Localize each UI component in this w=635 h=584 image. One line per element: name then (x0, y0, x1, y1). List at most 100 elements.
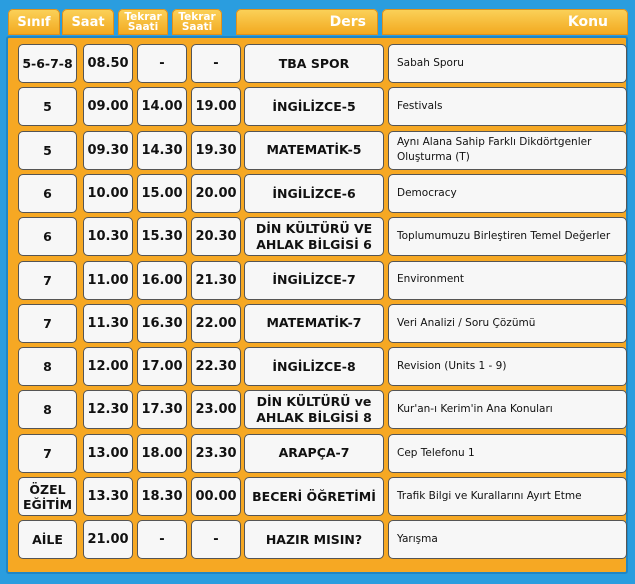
repeat-time-1-cell: 15.30 (137, 217, 187, 257)
schedule-table: 5-6-7-8 08.50 - - TBA SPOR Sabah Sporu 5 09.00 1… (6, 36, 628, 574)
course-cell-text: HAZIR MISIN? (265, 531, 363, 547)
time-cell: 13.30 (83, 477, 133, 516)
time-cell: 21.00 (83, 520, 133, 560)
class-cell-text: ÖZEL EĞİTİM (22, 481, 73, 512)
repeat-time-1-cell: 16.30 (137, 303, 187, 343)
class-cell-text: 8 (43, 402, 52, 418)
repeat-time-1-cell: 14.30 (137, 130, 187, 170)
time-cell: 09.30 (83, 130, 133, 170)
class-cell: 5 (18, 87, 77, 127)
time-cell-text: 10.00 (87, 185, 129, 201)
repeat-time-1-cell: 15.00 (137, 173, 187, 213)
repeat-time-2-cell: 00.00 (191, 477, 241, 516)
course-cell: İNGİLİZCE-7 (244, 260, 384, 300)
course-cell-text: BECERİ ÖĞRETİMİ (252, 488, 376, 504)
time-cell-text: 11.30 (87, 315, 129, 331)
repeat-time-2-cell-text: 00.00 (195, 489, 237, 504)
topic-cell: Revision (Units 1 - 9) (388, 347, 627, 387)
repeat-time-2-cell: 20.00 (191, 173, 241, 213)
repeat-time-2-cell-text: 19.00 (195, 99, 237, 115)
repeat-time-2-cell: 19.00 (191, 87, 241, 127)
repeat-time-1-cell-text: 14.30 (141, 142, 183, 158)
repeat-time-2-cell-text: 21.30 (195, 272, 237, 288)
repeat-time-2-cell-text: 23.00 (195, 402, 237, 418)
repeat-time-1-cell: 17.00 (137, 347, 187, 387)
topic-cell-text: Sabah Sporu (397, 56, 464, 69)
time-cell: 10.00 (83, 173, 133, 213)
schedule-frame: Sınıf Saat Tekrar Saati Tekrar Saati Der… (0, 0, 635, 584)
repeat-time-2-cell-text: 19.30 (195, 142, 237, 158)
topic-cell-text: Trafik Bilgi ve Kurallarını Ayırt Etme (397, 489, 582, 502)
header-saat: Saat (62, 9, 114, 35)
time-cell-text: 09.30 (87, 142, 129, 158)
time-cell: 13.00 (83, 433, 133, 473)
course-cell: BECERİ ÖĞRETİMİ (244, 477, 384, 516)
repeat-time-1-cell: - (137, 44, 187, 83)
topic-cell: Veri Analizi / Soru Çözümü (388, 303, 627, 343)
course-cell-text: DİN KÜLTÜRÜ VE AHLAK BİLGİSİ 6 (255, 221, 373, 252)
topic-cell: Yarışma (388, 520, 627, 560)
repeat-time-1-cell-text: 15.30 (141, 229, 183, 245)
class-cell-text: 6 (43, 229, 52, 245)
repeat-time-1-cell-text: - (159, 532, 165, 548)
class-cell: 6 (18, 173, 77, 213)
topic-cell-text: Festivals (397, 100, 443, 113)
class-cell-text: 5-6-7-8 (22, 56, 73, 71)
header-konu: Konu (382, 9, 628, 35)
topic-cell: Festivals (388, 87, 627, 127)
time-cell-text: 12.30 (87, 402, 129, 418)
time-cell: 08.50 (83, 44, 133, 83)
topic-cell-text: Veri Analizi / Soru Çözümü (397, 316, 536, 329)
class-cell: 5-6-7-8 (18, 44, 77, 83)
repeat-time-2-cell-text: 20.30 (195, 229, 237, 245)
header-sinif: Sınıf (8, 9, 60, 35)
topic-cell: Environment (388, 260, 627, 300)
course-cell-text: İNGİLİZCE-7 (272, 272, 356, 288)
class-cell: 7 (18, 260, 77, 300)
time-cell: 11.30 (83, 303, 133, 343)
class-cell: 8 (18, 390, 77, 430)
repeat-time-2-cell: 21.30 (191, 260, 241, 300)
header-tekrar-saati-2: Tekrar Saati (172, 9, 222, 35)
course-cell-text: MATEMATİK-5 (266, 142, 362, 158)
header-ders: Ders (236, 9, 378, 35)
course-cell-text: İNGİLİZCE-5 (272, 98, 356, 114)
repeat-time-2-cell-text: 20.00 (195, 185, 237, 201)
course-cell: DİN KÜLTÜRÜ ve AHLAK BİLGİSİ 8 (244, 390, 384, 430)
repeat-time-2-cell: 22.00 (191, 303, 241, 343)
course-cell: MATEMATİK-7 (244, 303, 384, 343)
topic-cell: Sabah Sporu (388, 44, 627, 83)
topic-cell-text: Democracy (397, 186, 457, 199)
repeat-time-2-cell: 19.30 (191, 130, 241, 170)
class-cell: 7 (18, 303, 77, 343)
class-cell-text: 7 (43, 315, 52, 331)
repeat-time-1-cell-text: - (159, 56, 165, 71)
topic-cell: Trafik Bilgi ve Kurallarını Ayırt Etme (388, 477, 627, 516)
class-cell: 6 (18, 217, 77, 257)
repeat-time-1-cell: 17.30 (137, 390, 187, 430)
header-tekrar-saati-1: Tekrar Saati (118, 9, 168, 35)
repeat-time-1-cell: 14.00 (137, 87, 187, 127)
topic-cell: Cep Telefonu 1 (388, 433, 627, 473)
time-cell-text: 09.00 (87, 99, 129, 115)
course-cell-text: İNGİLİZCE-6 (272, 185, 356, 201)
repeat-time-2-cell: 20.30 (191, 217, 241, 257)
course-cell-text: TBA SPOR (278, 55, 350, 71)
topic-cell-text: Revision (Units 1 - 9) (397, 359, 507, 372)
class-cell-text: 7 (43, 445, 52, 461)
time-cell-text: 13.30 (87, 489, 129, 504)
class-cell: ÖZEL EĞİTİM (18, 477, 77, 516)
course-cell: ARAPÇA-7 (244, 433, 384, 473)
course-cell-text: ARAPÇA-7 (278, 445, 350, 461)
repeat-time-2-cell-text: 22.00 (195, 315, 237, 331)
course-cell: İNGİLİZCE-5 (244, 87, 384, 127)
course-cell: HAZIR MISIN? (244, 520, 384, 560)
class-cell: AİLE (18, 520, 77, 560)
time-cell: 09.00 (83, 87, 133, 127)
topic-cell-text: Aynı Alana Sahip Farklı Dikdörtgenler Ol… (397, 135, 592, 164)
course-cell: MATEMATİK-5 (244, 130, 384, 170)
repeat-time-2-cell-text: 22.30 (195, 359, 237, 375)
repeat-time-1-cell-text: 15.00 (141, 185, 183, 201)
class-cell-text: 5 (43, 99, 52, 115)
class-cell: 5 (18, 130, 77, 170)
